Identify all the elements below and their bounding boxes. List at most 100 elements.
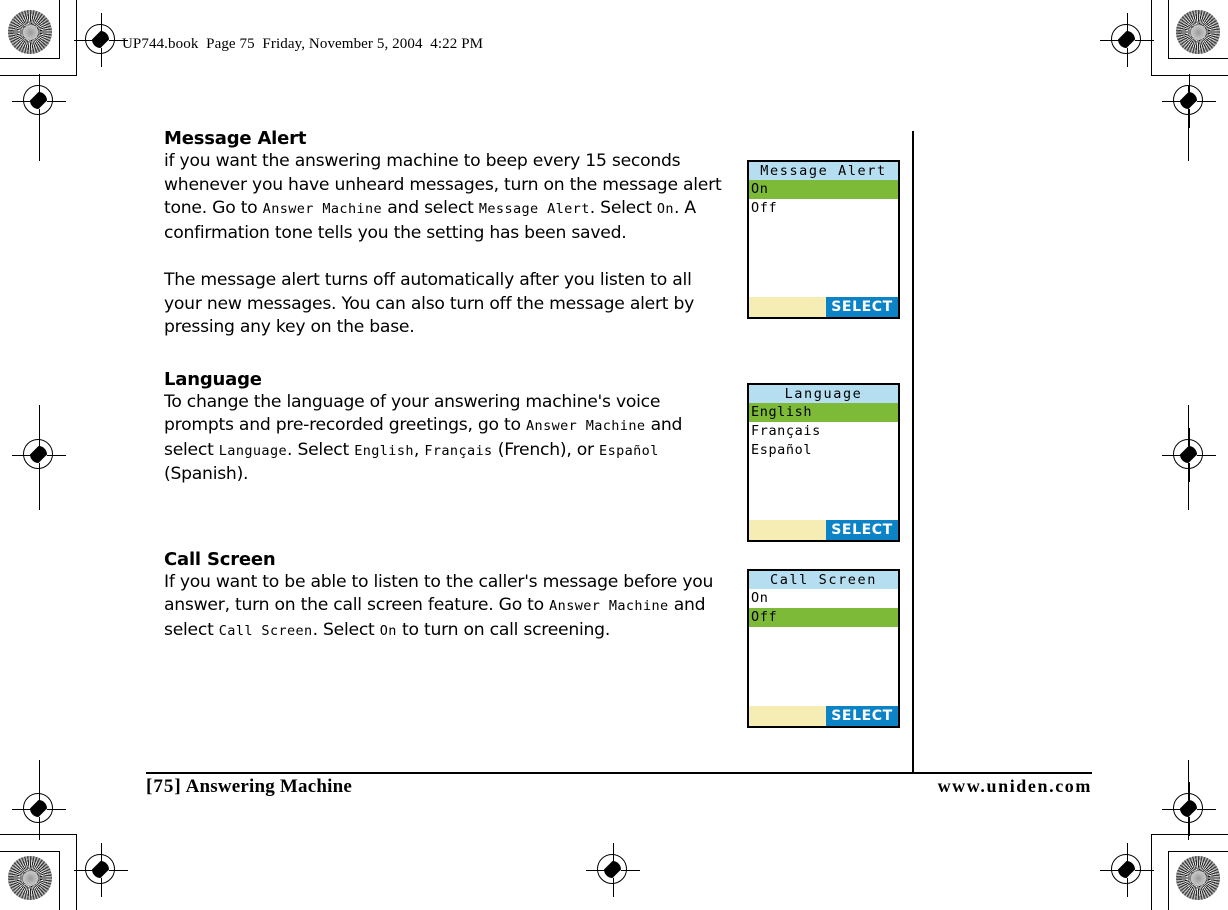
trim-line-h-br-outer xyxy=(1151,834,1228,835)
color-starburst-target-top-right xyxy=(1176,10,1220,54)
trim-line-h-tl-inner xyxy=(0,58,59,59)
lcd-term: Message Alert xyxy=(478,201,590,217)
prose-run: . Select xyxy=(287,439,355,460)
lcd-softkey-bar-call-screen: SELECT xyxy=(749,706,898,726)
trim-line-v-br-inner xyxy=(1168,851,1169,910)
lcd-menu-item-selected[interactable]: On xyxy=(749,180,898,199)
lcd-spacer-1 xyxy=(747,319,900,383)
lcd-title-message-alert: Message Alert xyxy=(749,162,898,180)
trim-line-h-tl-outer xyxy=(0,75,76,76)
lcd-softkey-select-button[interactable]: SELECT xyxy=(826,706,898,726)
trim-line-left-middle xyxy=(39,405,40,510)
lcd-softkey-left-blank xyxy=(749,297,826,317)
registration-mark-left-bottom xyxy=(12,782,66,836)
paragraph-message-alert-2: The message alert turns off automaticall… xyxy=(164,269,730,340)
registration-mark-left-middle xyxy=(12,428,66,482)
prose-run: . Select xyxy=(589,198,657,218)
lcd-term: Français xyxy=(424,442,493,459)
lcd-term: Answer Machine xyxy=(549,598,669,614)
color-starburst-target-top-left xyxy=(8,10,52,54)
lcd-term: Answer Machine xyxy=(526,418,646,434)
lcd-term: Language xyxy=(218,442,288,459)
lcd-term: Español xyxy=(599,442,659,459)
page-side-rule xyxy=(912,131,914,773)
trim-line-v-br-outer xyxy=(1151,834,1152,910)
section-spacer-call-screen xyxy=(164,487,730,549)
trim-line-left-lower xyxy=(39,760,40,840)
trim-line-h-tr-outer xyxy=(1151,75,1228,76)
lcd-term: Answer Machine xyxy=(262,201,383,217)
trim-line-v-tl-outer xyxy=(76,0,77,76)
lcd-softkey-bar-language: SELECT xyxy=(749,520,898,540)
trim-line-right-middle xyxy=(1188,405,1189,510)
lcd-screen-language: Language English Français Español SELECT xyxy=(747,383,900,542)
registration-mark-top-right xyxy=(1100,13,1154,67)
trim-line-v-bl-inner xyxy=(59,851,60,910)
prose-run: to turn on call screening. xyxy=(396,619,611,640)
registration-mark-right-middle xyxy=(1162,428,1216,482)
lcd-menu-item[interactable]: On xyxy=(749,589,898,608)
footer-rule xyxy=(146,772,1092,774)
registration-mark-bottom-center xyxy=(586,843,640,897)
registration-mark-right-top xyxy=(1162,74,1216,128)
trim-line-left-upper xyxy=(39,86,40,161)
prose-run: and select xyxy=(382,198,479,218)
trim-line-h-bl-outer xyxy=(0,834,76,835)
trim-line-h-tr-inner xyxy=(1168,58,1228,59)
registration-mark-bottom-right xyxy=(1100,843,1154,897)
registration-mark-bottom-left xyxy=(74,843,128,897)
lcd-screen-call-screen: Call Screen On Off SELECT xyxy=(747,569,900,728)
footer-website: www.uniden.com xyxy=(937,776,1092,796)
main-text-column: Message Alert if you want the answering … xyxy=(164,128,730,643)
lcd-title-language: Language xyxy=(749,385,898,403)
footer-chapter-label: [75] Answering Machine xyxy=(146,776,352,798)
trim-line-right-upper xyxy=(1188,86,1189,161)
section-heading-call-screen: Call Screen xyxy=(164,548,276,570)
color-starburst-target-bottom-left xyxy=(8,856,52,900)
lcd-softkey-select-button[interactable]: SELECT xyxy=(826,297,898,317)
trim-line-v-tr-inner xyxy=(1168,0,1169,59)
prose-run: , xyxy=(413,439,425,460)
color-starburst-target-bottom-right xyxy=(1176,856,1220,900)
trim-line-v-bl-outer xyxy=(76,834,77,910)
paragraph-message-alert-1: if you want the answering machine to bee… xyxy=(164,150,730,245)
lcd-term: On xyxy=(656,201,674,217)
trim-line-h-bl-inner xyxy=(0,851,59,852)
lcd-term: English xyxy=(354,442,414,459)
lcd-menu-item-selected[interactable]: English xyxy=(749,403,898,422)
lcd-term: On xyxy=(379,622,397,639)
file-header-note: UP744.book Page 75 Friday, November 5, 2… xyxy=(122,36,484,52)
prose-run: (Spanish). xyxy=(164,464,249,484)
lcd-menu-list-message-alert: On Off xyxy=(749,180,898,297)
registration-mark-right-bottom xyxy=(1162,782,1216,836)
page-footer: [75] Answering Machine www.uniden.com xyxy=(146,776,1092,798)
paragraph-language-1: To change the language of your answering… xyxy=(164,391,730,487)
paragraph-call-screen-1: If you want to be able to listen to the … xyxy=(164,571,730,644)
trim-line-h-br-inner xyxy=(1168,851,1228,852)
lcd-menu-list-language: English Français Español xyxy=(749,403,898,520)
section-heading-language: Language xyxy=(164,368,262,390)
lcd-title-call-screen: Call Screen xyxy=(749,571,898,589)
section-heading-message-alert: Message Alert xyxy=(164,128,307,149)
section-spacer-language xyxy=(164,340,730,369)
lcd-menu-item-selected[interactable]: Off xyxy=(749,608,898,627)
lcd-screen-message-alert: Message Alert On Off SELECT xyxy=(747,160,900,319)
lcd-menu-item[interactable]: Off xyxy=(749,199,898,218)
lcd-softkey-select-button[interactable]: SELECT xyxy=(826,520,898,540)
registration-mark-left-top xyxy=(12,74,66,128)
registration-mark-top-left xyxy=(74,13,128,67)
lcd-menu-item[interactable]: Español xyxy=(749,441,898,460)
lcd-menu-item[interactable]: Français xyxy=(749,422,898,441)
trim-line-right-lower xyxy=(1188,760,1189,840)
footer-chapter-name: Answering Machine xyxy=(185,776,353,797)
lcd-spacer-2 xyxy=(747,542,900,569)
lcd-screen-illustrations: Message Alert On Off SELECT Language Engl… xyxy=(747,160,900,728)
lcd-softkey-left-blank xyxy=(749,520,826,540)
lcd-menu-list-call-screen: On Off xyxy=(749,589,898,706)
prose-run: The message alert turns off automaticall… xyxy=(164,270,695,337)
prose-run: (French), or xyxy=(492,439,600,460)
trim-line-v-tr-outer xyxy=(1151,0,1152,76)
lcd-term: Call Screen xyxy=(218,622,313,639)
prose-run: . Select xyxy=(312,619,380,640)
